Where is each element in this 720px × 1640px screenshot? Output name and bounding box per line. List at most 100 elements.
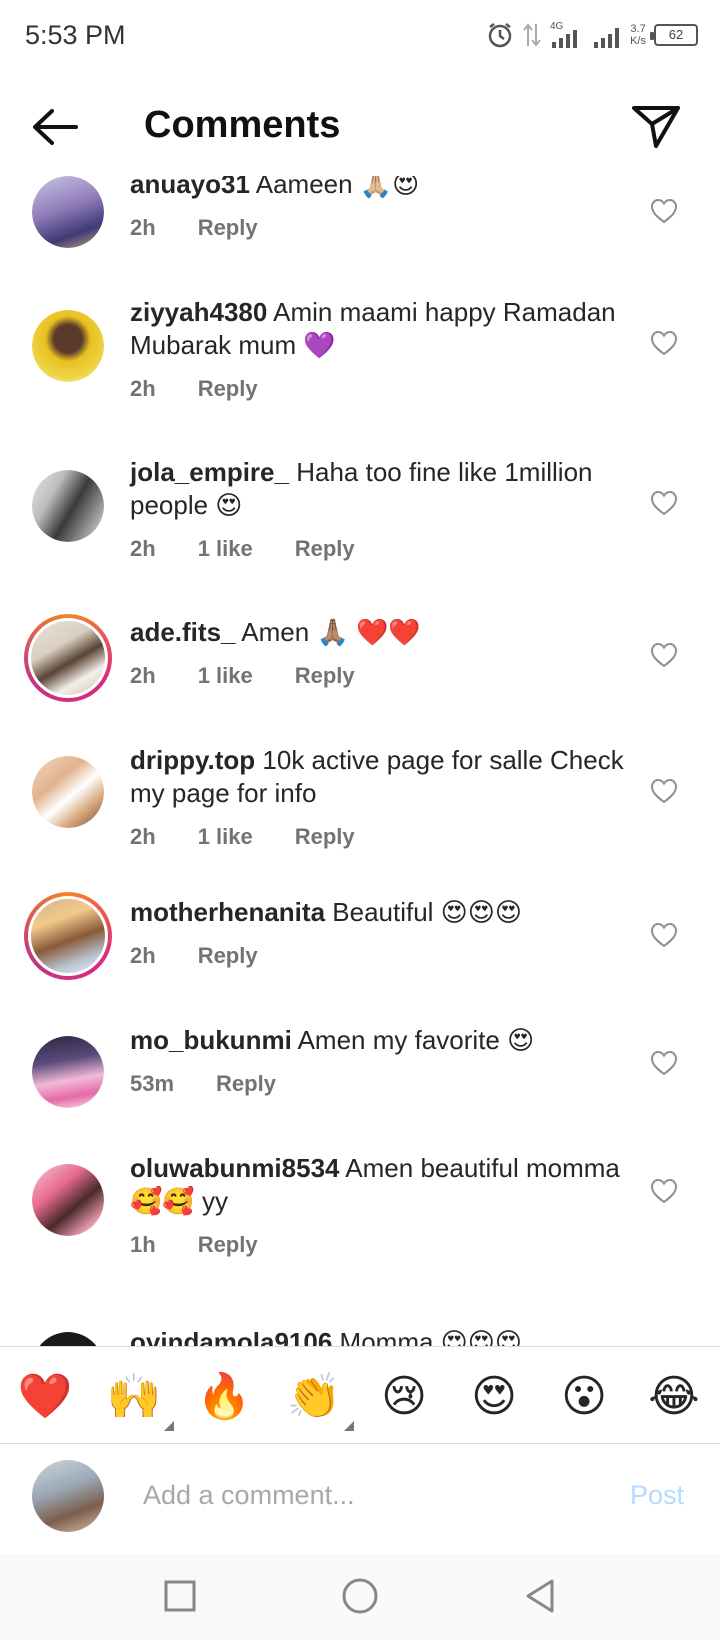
comment-username[interactable]: mo_bukunmi (130, 1025, 292, 1055)
comment-username[interactable]: anuayo31 (130, 176, 250, 199)
comment-meta: 2h Reply (130, 215, 630, 241)
comment-list[interactable]: anuayo31 Aameen 🙏🏼😍 2h Reply ziyyah4380 … (0, 176, 720, 1346)
signal-4g-icon: 4G (550, 20, 584, 50)
reply-button[interactable]: Reply (198, 1232, 258, 1258)
comment-message: Amen my favorite 😍 (297, 1025, 535, 1055)
emoji-clapping-hands[interactable]: 👏 (286, 1369, 354, 1431)
comment-time: 53m (130, 1071, 175, 1096)
comment-meta: 2h 1 like Reply (130, 824, 630, 850)
status-bar: 5:53 PM 4G 3.7 K/s 62 (0, 0, 720, 74)
comment-username[interactable]: drippy.top (130, 745, 255, 775)
comment-text: mo_bukunmi Amen my favorite 😍 (130, 1024, 630, 1057)
data-transfer-icon (522, 22, 542, 48)
avatar[interactable] (32, 1036, 104, 1108)
reply-button[interactable]: Reply (295, 536, 355, 562)
avatar[interactable] (32, 176, 104, 248)
emoji-surprised-face[interactable]: 😮 (556, 1369, 612, 1425)
comment-time: 2h (130, 943, 156, 968)
avatar[interactable] (32, 1332, 104, 1346)
comment-likes[interactable]: 1 like (198, 536, 253, 562)
comment-text: ziyyah4380 Amin maami happy Ramadan Muba… (130, 296, 630, 362)
avatar[interactable] (32, 470, 104, 542)
avatar[interactable] (32, 310, 104, 382)
svg-text:4G: 4G (550, 21, 564, 32)
comment-text: oluwabunmi8534 Amen beautiful momma 🥰🥰 y… (130, 1152, 630, 1218)
back-triangle-icon[interactable] (520, 1576, 560, 1616)
like-heart-icon[interactable] (650, 922, 678, 948)
like-heart-icon[interactable] (650, 778, 678, 804)
current-user-avatar (32, 1460, 104, 1532)
comment-text: motherhenanita Beautiful 😍😍😍 (130, 896, 630, 929)
reply-button[interactable]: Reply (198, 376, 258, 402)
comment-meta: 2h Reply (130, 943, 630, 969)
comment-text: ade.fits_ Amen 🙏🏽 ❤️❤️ (130, 616, 630, 649)
network-speed: 3.7 K/s (630, 23, 646, 47)
comment-meta: 2h 1 like Reply (130, 663, 630, 689)
skin-tone-indicator-icon (164, 1421, 174, 1431)
post-button[interactable]: Post (630, 1480, 684, 1511)
like-heart-icon[interactable] (650, 642, 678, 668)
system-nav-bar (0, 1554, 720, 1640)
comment-input[interactable] (143, 1470, 583, 1520)
avatar[interactable] (32, 756, 104, 828)
avatar-story-ring[interactable] (24, 892, 112, 980)
comment-message: Aameen 🙏🏼😍 (255, 176, 420, 199)
comment-username[interactable]: ade.fits_ (130, 617, 236, 647)
reply-button[interactable]: Reply (295, 663, 355, 689)
signal-strength-icon (592, 20, 622, 50)
comment-meta: 2h 1 like Reply (130, 536, 630, 562)
emoji-raising-hands-glyph: 🙌 (106, 1372, 162, 1421)
emoji-crying-face[interactable]: 😢 (376, 1369, 432, 1425)
comment-composer: Post (0, 1444, 720, 1554)
emoji-clapping-hands-glyph: 👏 (286, 1372, 342, 1421)
recent-apps-icon[interactable] (160, 1576, 200, 1616)
comment-meta: 1h Reply (130, 1232, 630, 1258)
like-heart-icon[interactable] (650, 1178, 678, 1204)
like-heart-icon[interactable] (650, 198, 678, 224)
comment-time: 2h (130, 536, 156, 561)
avatar[interactable] (32, 1164, 104, 1236)
battery-icon: 62 (650, 24, 698, 46)
comment-time: 2h (130, 376, 156, 401)
status-icons: 4G 3.7 K/s 62 (486, 20, 698, 50)
comment-username[interactable]: motherhenanita (130, 897, 325, 927)
comment-username[interactable]: ziyyah4380 (130, 297, 267, 327)
like-heart-icon[interactable] (650, 330, 678, 356)
comment-message: Momma 😍😍😍 (339, 1327, 522, 1346)
reply-button[interactable]: Reply (198, 215, 258, 241)
comment-likes[interactable]: 1 like (198, 824, 253, 850)
reply-button[interactable]: Reply (295, 824, 355, 850)
network-speed-unit: K/s (630, 35, 646, 47)
battery-level: 62 (668, 27, 684, 42)
status-time: 5:53 PM (25, 20, 126, 50)
comment-username[interactable]: oluwabunmi8534 (130, 1153, 340, 1183)
reply-button[interactable]: Reply (216, 1071, 276, 1097)
like-heart-icon[interactable] (650, 490, 678, 516)
comment-meta: 2h Reply (130, 376, 630, 402)
emoji-tears-of-joy[interactable]: 😂 (646, 1369, 702, 1425)
comment-time: 2h (130, 663, 156, 688)
send-icon[interactable] (630, 102, 682, 150)
comment-text: jola_empire_ Haha too fine like 1million… (130, 456, 630, 522)
comment-likes[interactable]: 1 like (198, 663, 253, 689)
comment-time: 2h (130, 215, 156, 240)
emoji-red-heart[interactable]: ❤️ (17, 1369, 73, 1425)
back-arrow-icon[interactable] (30, 107, 80, 147)
comment-text: oyindamola9106 Momma 😍😍😍 (130, 1326, 630, 1346)
comment-username[interactable]: oyindamola9106 (130, 1327, 332, 1346)
emoji-raising-hands[interactable]: 🙌 (106, 1369, 174, 1431)
avatar-story-ring[interactable] (24, 614, 112, 702)
like-heart-icon[interactable] (650, 1050, 678, 1076)
skin-tone-indicator-icon (344, 1421, 354, 1431)
home-icon[interactable] (340, 1576, 380, 1616)
comment-username[interactable]: jola_empire_ (130, 457, 289, 487)
emoji-fire[interactable]: 🔥 (196, 1369, 252, 1425)
comment-message: Amen 🙏🏽 ❤️❤️ (241, 617, 421, 647)
alarm-icon (486, 21, 514, 49)
emoji-quick-bar: ❤️ 🙌 🔥 👏 😢 😍 😮 😂 (0, 1346, 720, 1444)
comment-message: Beautiful 😍😍😍 (332, 897, 522, 927)
page-title: Comments (144, 104, 341, 146)
reply-button[interactable]: Reply (198, 943, 258, 969)
comment-text: anuayo31 Aameen 🙏🏼😍 (130, 176, 630, 201)
emoji-heart-eyes[interactable]: 😍 (466, 1369, 522, 1425)
